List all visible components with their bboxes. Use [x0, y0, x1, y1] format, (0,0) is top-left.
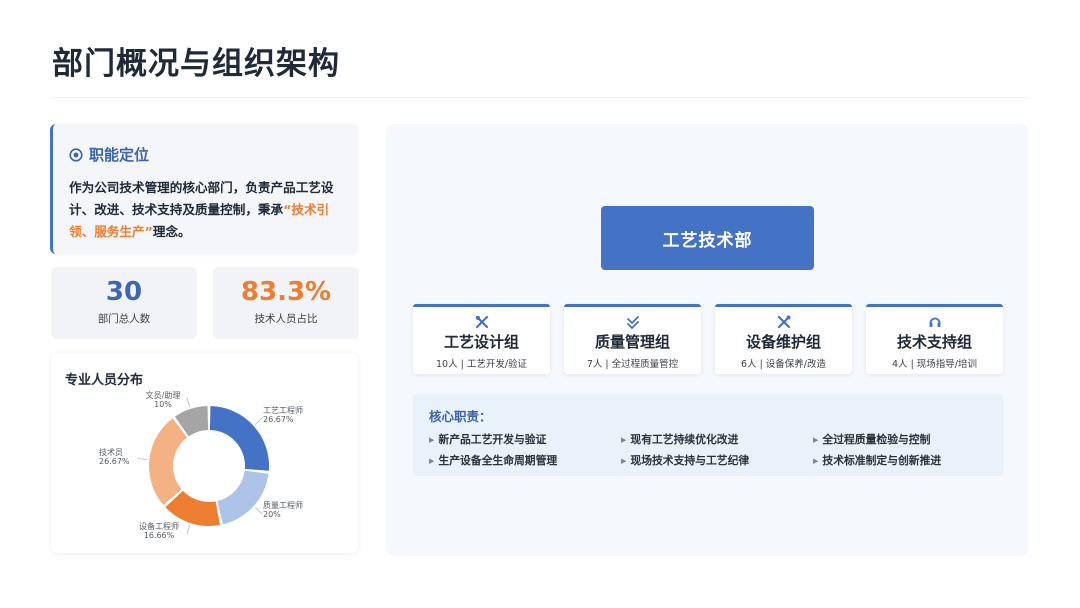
chart-title: 专业人员分布	[65, 373, 144, 388]
duty-item: ▸ 全过程质量检验与控制	[813, 433, 931, 446]
slice-value-label: 26.67%	[263, 415, 294, 424]
slice-name-label: 工艺工程师	[263, 405, 303, 415]
group-desc: 7人 | 全过程质量管控	[586, 359, 679, 370]
group-name: 工艺设计组	[443, 333, 519, 351]
donut-slice	[217, 470, 269, 525]
tools-icon	[475, 315, 488, 329]
duty-item: ▸ 生产设备全生命周期管理	[429, 454, 558, 467]
leader-line	[186, 524, 191, 535]
role-description: 作为公司技术管理的核心部门，负责产品工艺设计、改进、技术支持及质量控制，秉承“技…	[69, 177, 342, 243]
group-card-quality: 质量管理组 7人 | 全过程质量管控	[564, 304, 701, 374]
group-name: 设备维护组	[745, 333, 821, 351]
stat-value: 83.3%	[240, 277, 332, 307]
distribution-chart-card: 工艺工程师 26.67% 质量工程师 20% 设备工程师 16.66% 技术员 26.67% 文…	[51, 353, 358, 553]
bullet-arrow-icon: ▸	[813, 454, 819, 467]
role-heading-text: 职能定位	[89, 146, 150, 164]
leader-line	[186, 397, 191, 408]
slice-value-label: 16.66%	[144, 531, 175, 540]
leader-line	[137, 458, 148, 460]
slice-name-label: 设备工程师	[139, 521, 179, 531]
group-card-equipment: 设备维护组 6人 | 设备保养/改造	[715, 304, 852, 374]
slice-value-label: 20%	[263, 510, 281, 519]
target-icon	[69, 147, 83, 162]
leader-line	[254, 417, 263, 425]
slice-name-label: 质量工程师	[263, 500, 303, 510]
bullet-arrow-icon: ▸	[621, 454, 627, 467]
group-card-process-design: 工艺设计组 10人 | 工艺开发/验证	[413, 304, 550, 374]
check-icon	[626, 316, 639, 329]
duty-item: ▸ 技术标准制定与创新推进	[813, 454, 942, 467]
duties-list: ▸ 新产品工艺开发与验证 ▸ 现有工艺持续优化改进 ▸ 全过程质量检验与控制 ▸ 生产设…	[429, 431, 987, 468]
stat-total-staff: 30 部门总人数	[51, 267, 197, 339]
role-card: 职能定位 作为公司技术管理的核心部门，负责产品工艺设计、改进、技术支持及质量控制…	[50, 124, 358, 254]
group-desc: 4人 | 现场指导/培训	[892, 359, 977, 370]
group-desc: 10人 | 工艺开发/验证	[435, 359, 528, 370]
group-name: 质量管理组	[594, 333, 670, 351]
leader-line	[254, 507, 263, 515]
title-divider	[52, 97, 1028, 98]
page-title: 部门概况与组织架构	[52, 46, 340, 82]
stat-label: 技术人员占比	[254, 313, 318, 325]
donut-slice	[209, 406, 269, 471]
bullet-arrow-icon: ▸	[813, 433, 819, 446]
role-heading: 职能定位	[69, 144, 342, 165]
group-name: 技术支持组	[896, 333, 972, 351]
stat-label: 部门总人数	[97, 313, 151, 325]
org-chart-panel: 工艺技术部 工艺设计组 10人 | 工艺开发/验证 质量管理组 7人 | 全过程…	[386, 124, 1028, 556]
slice-name-label: 技术员	[99, 447, 123, 457]
bullet-arrow-icon: ▸	[429, 433, 435, 446]
slice-value-label: 10%	[154, 400, 172, 409]
duties-title: 核心职责：	[429, 409, 492, 424]
core-duties-box: 核心职责： ▸ 新产品工艺开发与验证 ▸ 现有工艺持续优化改进 ▸ 全过程质量检验与控…	[413, 394, 1003, 476]
group-desc: 6人 | 设备保养/改造	[741, 359, 826, 370]
role-text-end: 理念。	[152, 224, 191, 239]
headset-icon	[929, 317, 940, 327]
bullet-arrow-icon: ▸	[429, 454, 435, 467]
duty-item: ▸ 现场技术支持与工艺纪律	[621, 454, 750, 467]
slice-name-label: 文员/助理	[146, 390, 181, 400]
stat-tech-ratio: 83.3% 技术人员占比	[213, 267, 359, 339]
stat-value: 30	[105, 277, 143, 307]
bullet-arrow-icon: ▸	[621, 433, 627, 446]
duty-item: ▸ 新产品工艺开发与验证	[429, 433, 547, 446]
donut-slice	[149, 418, 188, 506]
duty-item: ▸ 现有工艺持续优化改进	[621, 433, 739, 446]
slice-value-label: 26.67%	[99, 457, 130, 466]
department-box: 工艺技术部	[601, 206, 814, 270]
slide: 部门概况与组织架构 职能定位 作为公司技术管理的核心部门，负责产品工艺设计、改进…	[0, 0, 1080, 608]
group-card-tech-support: 技术支持组 4人 | 现场指导/培训	[866, 304, 1003, 374]
wrench-icon	[777, 315, 790, 329]
